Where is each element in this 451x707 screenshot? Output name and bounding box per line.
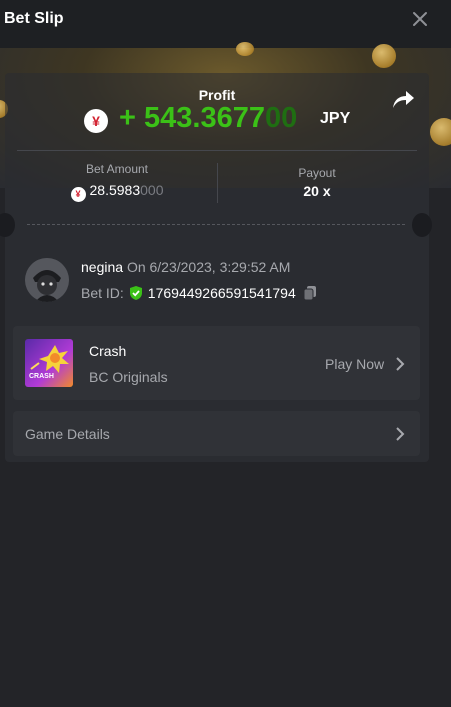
bet-id-value: 1769449266591541794 — [147, 285, 296, 301]
profit-currency: JPY — [320, 110, 351, 127]
bet-amount-label: Bet Amount — [85, 162, 149, 176]
verified-shield-icon — [129, 286, 142, 300]
game-provider: BC Originals — [89, 369, 168, 385]
play-now-button[interactable]: Play Now — [325, 356, 384, 372]
chevron-right-icon[interactable] — [394, 426, 406, 442]
bet-user-info: negina On 6/23/2023, 3:29:52 AM — [81, 259, 290, 275]
ticket-notch-right — [412, 213, 432, 237]
profit-label: Profit — [198, 87, 236, 103]
avatar[interactable] — [25, 258, 69, 302]
crash-game-thumbnail: CRASH — [25, 339, 73, 387]
close-icon[interactable] — [409, 8, 431, 30]
chevron-right-icon[interactable] — [394, 356, 406, 372]
bet-id-row: Bet ID: 1769449266591541794 — [81, 285, 318, 301]
payout-value: 20 x — [303, 183, 331, 199]
game-name: Crash — [89, 343, 127, 359]
thumb-caption: CRASH — [29, 373, 54, 380]
bet-id-label: Bet ID: — [81, 285, 124, 301]
coin-decoration — [372, 44, 396, 68]
user-avatar-icon — [25, 258, 69, 302]
game-details-label: Game Details — [25, 426, 110, 442]
yen-currency-icon: ¥ — [70, 186, 86, 202]
share-icon[interactable] — [391, 88, 415, 110]
copy-icon[interactable] — [302, 285, 318, 301]
bet-timestamp: On 6/23/2023, 3:29:52 AM — [126, 259, 291, 275]
profit-amount: + 543.367700 — [119, 102, 298, 134]
page-title: Bet Slip — [4, 10, 64, 27]
username[interactable]: negina — [81, 259, 123, 275]
coin-decoration — [430, 118, 451, 146]
dashed-separator — [27, 224, 405, 225]
coin-decoration — [236, 42, 254, 56]
bet-amount-value: ¥28.5983000 — [17, 182, 217, 202]
header-bar: Bet Slip — [0, 0, 451, 48]
payout-label: Payout — [298, 166, 336, 180]
divider — [17, 150, 417, 151]
yen-currency-icon: ¥ — [84, 109, 108, 133]
